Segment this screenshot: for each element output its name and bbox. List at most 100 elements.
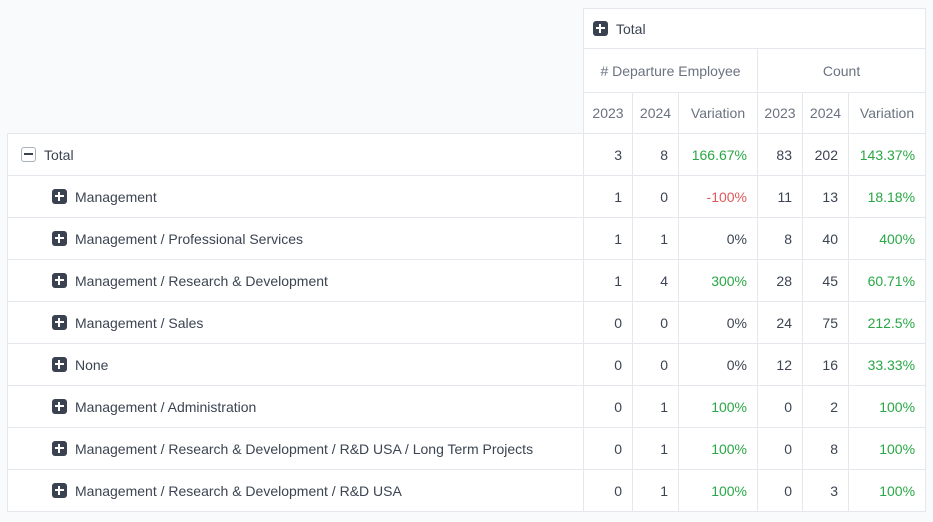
value-cell: 0: [584, 386, 633, 428]
plus-square-icon[interactable]: [52, 441, 67, 456]
variation-cell: 166.67%: [679, 134, 758, 176]
value-cell: 24: [758, 302, 803, 344]
value-cell: 1: [584, 176, 633, 218]
pivot-view: Total # Departure Employee Count 2023 20…: [7, 8, 926, 512]
variation-cell: -100%: [679, 176, 758, 218]
column-header[interactable]: 2024: [803, 93, 849, 134]
column-group-total-header[interactable]: Total: [584, 9, 926, 49]
value-cell: 3: [584, 134, 633, 176]
value-cell: 0: [633, 302, 679, 344]
variation-cell: 300%: [679, 260, 758, 302]
column-group-label: Total: [616, 21, 646, 37]
value-cell: 1: [584, 218, 633, 260]
table-row: Management / Administration01100%02100%: [8, 386, 926, 428]
variation-cell: 400%: [849, 218, 926, 260]
value-cell: 12: [758, 344, 803, 386]
variation-cell: 100%: [849, 428, 926, 470]
table-row: Management / Professional Services110%84…: [8, 218, 926, 260]
row-group-label: Total: [44, 147, 74, 163]
value-cell: 0: [584, 470, 633, 512]
value-cell: 1: [633, 386, 679, 428]
table-row: Management10-100%111318.18%: [8, 176, 926, 218]
column-header[interactable]: 2023: [584, 93, 633, 134]
column-header[interactable]: Variation: [679, 93, 758, 134]
value-cell: 8: [633, 134, 679, 176]
value-cell: 0: [584, 302, 633, 344]
value-cell: 8: [758, 218, 803, 260]
value-cell: 0: [584, 344, 633, 386]
variation-cell: 100%: [849, 386, 926, 428]
value-cell: 75: [803, 302, 849, 344]
value-cell: 0: [584, 428, 633, 470]
row-group-header[interactable]: Management / Research & Development / R&…: [8, 428, 584, 470]
value-cell: 1: [633, 470, 679, 512]
variation-cell: 33.33%: [849, 344, 926, 386]
column-header[interactable]: 2023: [758, 93, 803, 134]
plus-square-icon[interactable]: [52, 273, 67, 288]
value-cell: 28: [758, 260, 803, 302]
value-cell: 3: [803, 470, 849, 512]
row-group-header[interactable]: Management / Administration: [8, 386, 584, 428]
table-row: Management / Sales000%2475212.5%: [8, 302, 926, 344]
row-group-label: Management / Administration: [75, 399, 256, 415]
minus-square-icon[interactable]: [21, 147, 36, 162]
value-cell: 1: [633, 428, 679, 470]
row-group-label: Management / Research & Development / R&…: [75, 483, 402, 499]
value-cell: 2: [803, 386, 849, 428]
value-cell: 0: [758, 428, 803, 470]
row-group-label: Management / Research & Development: [75, 273, 328, 289]
variation-cell: 100%: [679, 386, 758, 428]
measure-header-departure-employee[interactable]: # Departure Employee: [584, 49, 758, 93]
variation-cell: 100%: [849, 470, 926, 512]
value-cell: 13: [803, 176, 849, 218]
row-group-label: Management / Research & Development / R&…: [75, 441, 533, 457]
corner-spacer: [8, 9, 584, 134]
variation-cell: 60.71%: [849, 260, 926, 302]
plus-square-icon[interactable]: [52, 399, 67, 414]
row-group-label: Management / Professional Services: [75, 231, 303, 247]
header-row-group: Total: [8, 9, 926, 49]
value-cell: 83: [758, 134, 803, 176]
column-header[interactable]: Variation: [849, 93, 926, 134]
pivot-table: Total # Departure Employee Count 2023 20…: [7, 8, 926, 512]
plus-square-icon[interactable]: [593, 21, 608, 36]
row-group-header[interactable]: None: [8, 344, 584, 386]
row-group-label: Management / Sales: [75, 315, 203, 331]
plus-square-icon[interactable]: [52, 357, 67, 372]
table-row: Management / Research & Development / R&…: [8, 428, 926, 470]
value-cell: 40: [803, 218, 849, 260]
value-cell: 1: [584, 260, 633, 302]
value-cell: 11: [758, 176, 803, 218]
variation-cell: 100%: [679, 470, 758, 512]
row-group-header[interactable]: Management: [8, 176, 584, 218]
value-cell: 0: [758, 470, 803, 512]
variation-cell: 100%: [679, 428, 758, 470]
row-group-label: Management: [75, 189, 157, 205]
value-cell: 16: [803, 344, 849, 386]
variation-cell: 18.18%: [849, 176, 926, 218]
table-row: None000%121633.33%: [8, 344, 926, 386]
measure-header-count[interactable]: Count: [758, 49, 926, 93]
pivot-body: Total38166.67%83202143.37%Management10-1…: [8, 134, 926, 512]
row-group-header[interactable]: Total: [8, 134, 584, 176]
row-group-header[interactable]: Management / Sales: [8, 302, 584, 344]
table-row: Total 38166.67%83202143.37%: [8, 134, 926, 176]
row-group-label: None: [75, 357, 108, 373]
plus-square-icon[interactable]: [52, 483, 67, 498]
row-group-header[interactable]: Management / Research & Development: [8, 260, 584, 302]
variation-cell: 143.37%: [849, 134, 926, 176]
value-cell: 202: [803, 134, 849, 176]
row-group-header[interactable]: Management / Professional Services: [8, 218, 584, 260]
value-cell: 4: [633, 260, 679, 302]
table-row: Management / Research & Development 14300…: [8, 260, 926, 302]
variation-cell: 212.5%: [849, 302, 926, 344]
plus-square-icon[interactable]: [52, 231, 67, 246]
value-cell: 0: [758, 386, 803, 428]
value-cell: 1: [633, 218, 679, 260]
plus-square-icon[interactable]: [52, 315, 67, 330]
variation-cell: 0%: [679, 302, 758, 344]
value-cell: 45: [803, 260, 849, 302]
plus-square-icon[interactable]: [52, 189, 67, 204]
column-header[interactable]: 2024: [633, 93, 679, 134]
row-group-header[interactable]: Management / Research & Development / R&…: [8, 470, 584, 512]
